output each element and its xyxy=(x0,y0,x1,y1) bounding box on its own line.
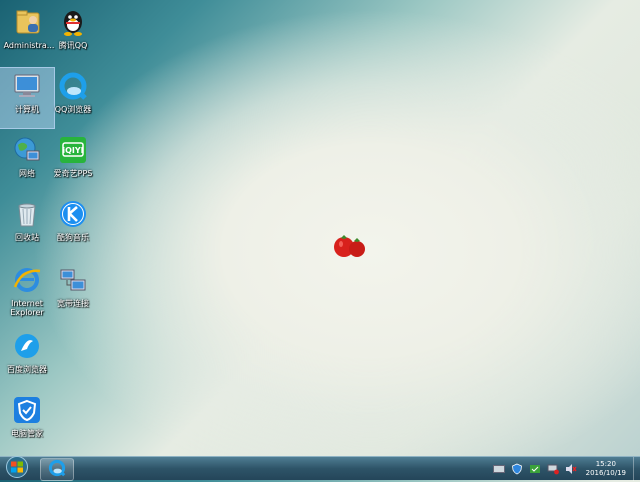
taskbar-qq-browser-button[interactable] xyxy=(40,458,74,481)
pc-manager-shield-icon xyxy=(11,394,43,426)
windows-start-icon xyxy=(5,456,29,482)
desktop-icon-iqiyi[interactable]: iQIYI 爱奇艺PPS xyxy=(46,132,100,192)
desktop-icon-qq[interactable]: 腾讯QQ xyxy=(46,4,100,64)
desktop-icon-qq-browser[interactable]: QQ浏览器 xyxy=(46,68,100,128)
network-icon[interactable] xyxy=(547,463,559,475)
system-tray: 15:20 2016/10/19 xyxy=(490,457,626,481)
show-desktop-button[interactable] xyxy=(633,457,640,481)
shield-icon[interactable] xyxy=(511,463,523,475)
qq-browser-icon xyxy=(57,70,89,102)
qq-penguin-icon xyxy=(57,6,89,38)
desktop-icon-pc-manager[interactable]: 电脑管家 xyxy=(0,392,54,452)
recycle-bin-icon xyxy=(11,198,43,230)
taskbar: 15:20 2016/10/19 xyxy=(0,456,640,482)
qq-browser-icon xyxy=(48,459,66,481)
desktop-icon-label: 宽带连接 xyxy=(57,299,89,308)
keyboard-icon[interactable] xyxy=(492,463,505,475)
clock-time: 15:20 xyxy=(595,460,616,468)
tray-clock[interactable]: 15:20 2016/10/19 xyxy=(586,460,626,478)
kugou-icon xyxy=(57,198,89,230)
browser-icon xyxy=(11,330,43,362)
volume-muted-icon[interactable] xyxy=(565,463,577,475)
desktop-icon-label: 电脑管家 xyxy=(11,429,43,438)
desktop-icon-broadband-connection[interactable]: 宽带连接 xyxy=(46,262,100,322)
desktop-icon-label: 酷狗音乐 xyxy=(57,233,89,242)
desktop-icon-label: 腾讯QQ xyxy=(58,41,88,50)
desktop[interactable]: Administra... 计算机 网络 回收站 Internet Explor… xyxy=(0,0,640,456)
broadband-connection-icon xyxy=(57,264,89,296)
start-button[interactable] xyxy=(3,456,31,482)
desktop-icon-label: 爱奇艺PPS xyxy=(53,169,93,178)
desktop-icon-label: QQ浏览器 xyxy=(54,105,92,114)
svg-text:iQIYI: iQIYI xyxy=(62,146,83,155)
network-icon xyxy=(11,134,43,166)
folder-user-icon xyxy=(13,6,45,38)
iqiyi-icon: iQIYI xyxy=(57,134,89,166)
wallpaper-tomato-image xyxy=(332,232,368,260)
desktop-icon-kugou[interactable]: 酷狗音乐 xyxy=(46,196,100,256)
internet-explorer-icon xyxy=(11,264,43,296)
security-icon[interactable] xyxy=(529,463,541,475)
desktop-icon-label: 百度浏览器 xyxy=(7,365,47,374)
desktop-icon-browser[interactable]: 百度浏览器 xyxy=(0,328,54,388)
clock-date: 2016/10/19 xyxy=(585,469,626,477)
computer-icon xyxy=(11,70,43,102)
